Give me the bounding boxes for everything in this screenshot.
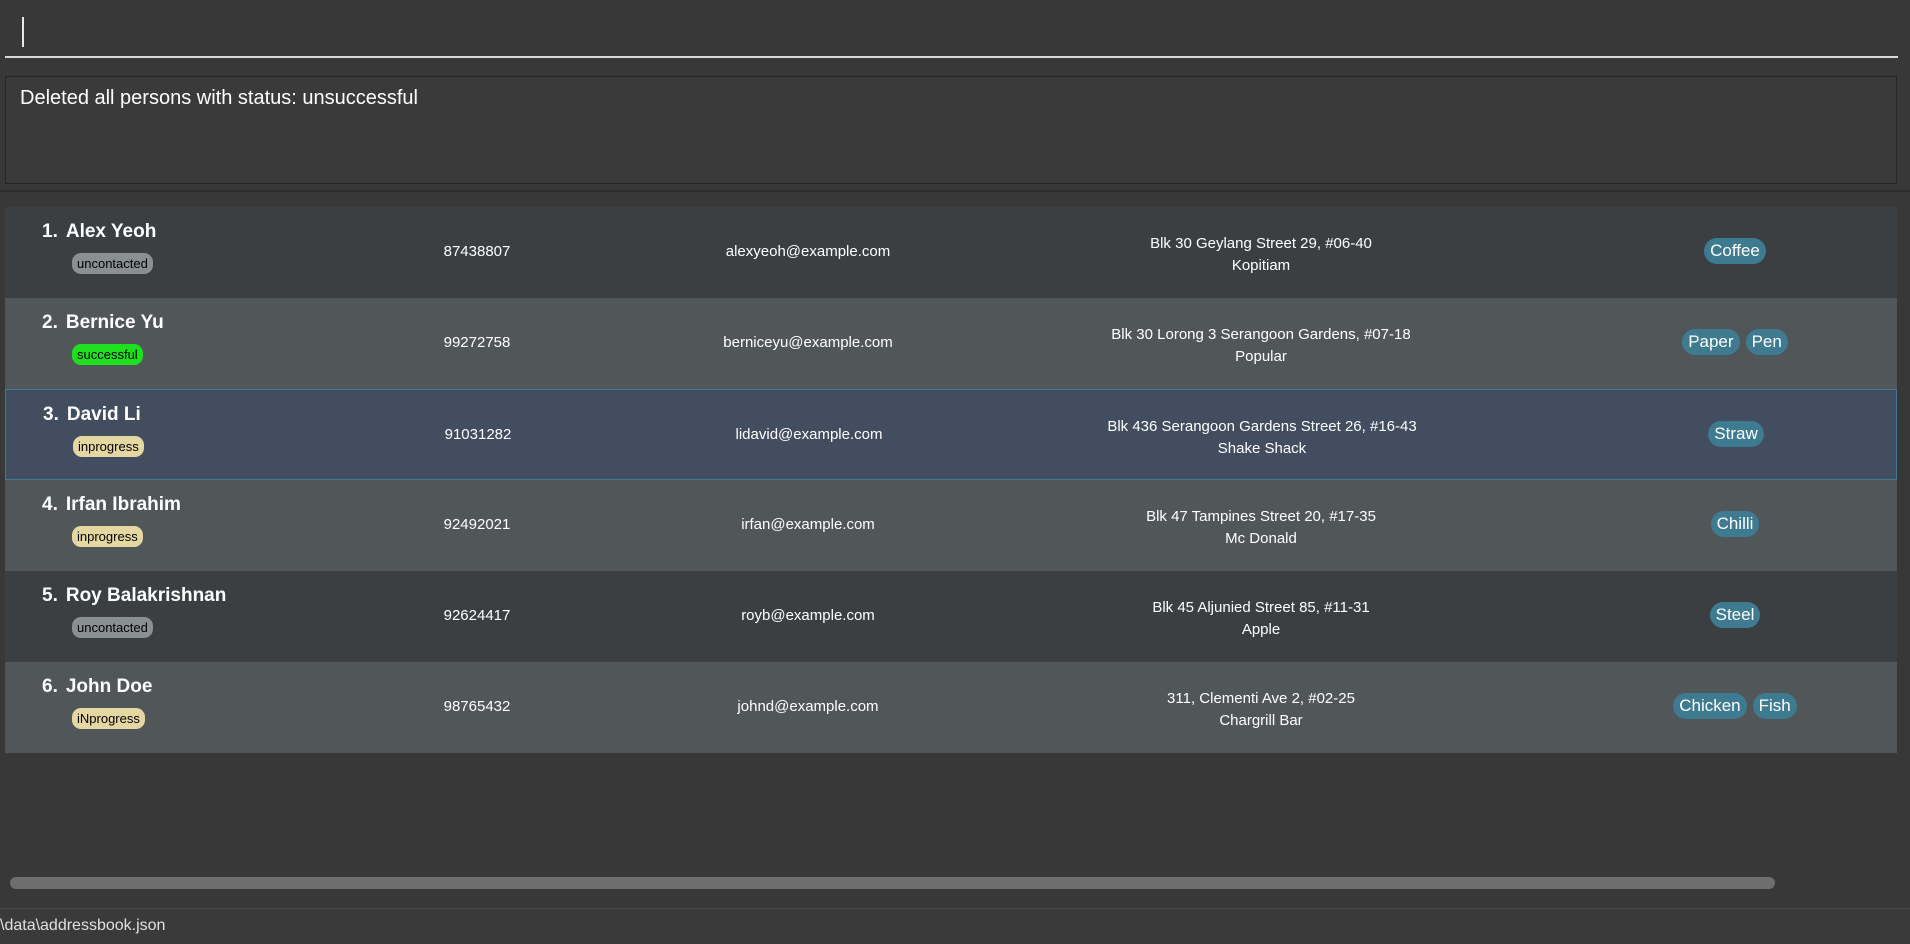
person-email: berniceyu@example.com bbox=[723, 334, 893, 351]
result-message: Deleted all persons with status: unsucce… bbox=[20, 87, 418, 109]
tag-chip: Steel bbox=[1709, 602, 1761, 628]
address-line-2: Popular bbox=[1235, 348, 1287, 365]
person-phone: 92492021 bbox=[443, 516, 511, 533]
person-tags: Chilli bbox=[1585, 511, 1885, 537]
person-index: 3. bbox=[43, 404, 59, 425]
address-line-2: Shake Shack bbox=[1217, 440, 1307, 457]
address-line-1: Blk 30 Geylang Street 29, #06-40 bbox=[1150, 235, 1372, 252]
person-name: John Doe bbox=[65, 676, 153, 697]
person-tags: Straw bbox=[1586, 421, 1886, 447]
status-badge: inprogress bbox=[73, 436, 144, 457]
person-card[interactable]: 4. Irfan Ibrahim inprogress 92492021 irfan@e… bbox=[5, 480, 1897, 571]
person-address: Blk 30 Geylang Street 29, #06-40 Kopitiam bbox=[1011, 233, 1511, 277]
person-index: 5. bbox=[42, 585, 58, 606]
person-name-line: 3. David Li bbox=[43, 404, 141, 426]
person-index: 4. bbox=[42, 494, 58, 515]
tag-chip: Fish bbox=[1752, 693, 1797, 719]
person-name-line: 1. Alex Yeoh bbox=[42, 221, 156, 243]
person-address: Blk 436 Serangoon Gardens Street 26, #16… bbox=[1012, 416, 1512, 460]
person-address: 311, Clementi Ave 2, #02-25 Chargrill Bar bbox=[1011, 688, 1511, 732]
horizontal-scrollbar[interactable] bbox=[10, 877, 1775, 889]
person-email: alexyeoh@example.com bbox=[725, 243, 891, 260]
command-box[interactable] bbox=[5, 0, 1898, 58]
address-line-1: Blk 45 Aljunied Street 85, #11-31 bbox=[1152, 599, 1370, 616]
person-email: royb@example.com bbox=[741, 607, 875, 624]
save-file-path: \data\addressbook.json bbox=[0, 917, 166, 934]
person-card[interactable]: 2. Bernice Yu successful 99272758 berniceyu@… bbox=[5, 298, 1897, 389]
person-name: Alex Yeoh bbox=[65, 221, 157, 242]
address-line-2: Mc Donald bbox=[1225, 530, 1297, 547]
person-card[interactable]: 5. Roy Balakrishnan uncontacted 92624417 roy… bbox=[5, 571, 1897, 662]
person-name-line: 6. John Doe bbox=[42, 676, 152, 698]
person-name: Bernice Yu bbox=[65, 312, 164, 333]
person-phone: 99272758 bbox=[443, 334, 511, 351]
status-badge: uncontacted bbox=[72, 253, 153, 274]
person-list[interactable]: 1. Alex Yeoh uncontacted 87438807 alexyeoh@e… bbox=[5, 207, 1897, 753]
person-name-line: 5. Roy Balakrishnan bbox=[42, 585, 226, 607]
person-phone: 87438807 bbox=[443, 243, 511, 260]
address-line-2: Chargrill Bar bbox=[1219, 712, 1303, 729]
tag-chip: Pen bbox=[1745, 329, 1788, 355]
person-email: johnd@example.com bbox=[737, 698, 879, 715]
address-line-1: Blk 47 Tampines Street 20, #17-35 bbox=[1146, 508, 1376, 525]
person-card[interactable]: 3. David Li inprogress 91031282 lidavid@exam… bbox=[5, 389, 1897, 480]
person-card[interactable]: 6. John Doe iNprogress 98765432 johnd@exampl… bbox=[5, 662, 1897, 753]
tag-chip: Straw bbox=[1708, 421, 1764, 447]
person-name: Roy Balakrishnan bbox=[65, 585, 227, 606]
person-index: 6. bbox=[42, 676, 58, 697]
status-badge: uncontacted bbox=[72, 617, 153, 638]
person-tags: Chicken Fish bbox=[1585, 693, 1885, 719]
person-phone: 91031282 bbox=[444, 426, 512, 443]
person-address: Blk 30 Lorong 3 Serangoon Gardens, #07-1… bbox=[1011, 324, 1511, 368]
person-name: Irfan Ibrahim bbox=[65, 494, 181, 515]
tag-chip: Chicken bbox=[1673, 693, 1747, 719]
person-phone: 92624417 bbox=[443, 607, 511, 624]
status-bar: \data\addressbook.json bbox=[0, 908, 1910, 944]
person-tags: Coffee bbox=[1585, 238, 1885, 264]
address-line-2: Apple bbox=[1241, 621, 1281, 638]
address-line-1: 311, Clementi Ave 2, #02-25 bbox=[1167, 690, 1355, 707]
person-index: 1. bbox=[42, 221, 58, 242]
person-address: Blk 45 Aljunied Street 85, #11-31 Apple bbox=[1011, 597, 1511, 641]
status-badge: iNprogress bbox=[72, 708, 145, 729]
person-email: irfan@example.com bbox=[741, 516, 875, 533]
tag-chip: Coffee bbox=[1704, 238, 1766, 264]
person-name-line: 4. Irfan Ibrahim bbox=[42, 494, 181, 516]
split-divider[interactable] bbox=[0, 190, 1910, 192]
tag-chip: Paper bbox=[1682, 329, 1740, 355]
person-address: Blk 47 Tampines Street 20, #17-35 Mc Dona… bbox=[1011, 506, 1511, 550]
person-index: 2. bbox=[42, 312, 58, 333]
person-name: David Li bbox=[66, 404, 141, 425]
person-name-line: 2. Bernice Yu bbox=[42, 312, 164, 334]
person-email: lidavid@example.com bbox=[735, 426, 883, 443]
tag-chip: Chilli bbox=[1710, 511, 1760, 537]
person-card[interactable]: 1. Alex Yeoh uncontacted 87438807 alexyeoh@e… bbox=[5, 207, 1897, 298]
person-tags: Paper Pen bbox=[1585, 329, 1885, 355]
address-line-1: Blk 30 Lorong 3 Serangoon Gardens, #07-1… bbox=[1111, 326, 1411, 343]
address-line-2: Kopitiam bbox=[1231, 257, 1291, 274]
result-display: Deleted all persons with status: unsucce… bbox=[5, 76, 1897, 184]
status-badge: successful bbox=[72, 344, 143, 365]
person-tags: Steel bbox=[1585, 602, 1885, 628]
command-input[interactable] bbox=[5, 0, 1898, 56]
address-book-window: Deleted all persons with status: unsucce… bbox=[0, 0, 1910, 944]
text-caret bbox=[22, 17, 24, 47]
address-line-1: Blk 436 Serangoon Gardens Street 26, #16… bbox=[1107, 418, 1417, 435]
status-badge: inprogress bbox=[72, 526, 143, 547]
person-phone: 98765432 bbox=[443, 698, 511, 715]
